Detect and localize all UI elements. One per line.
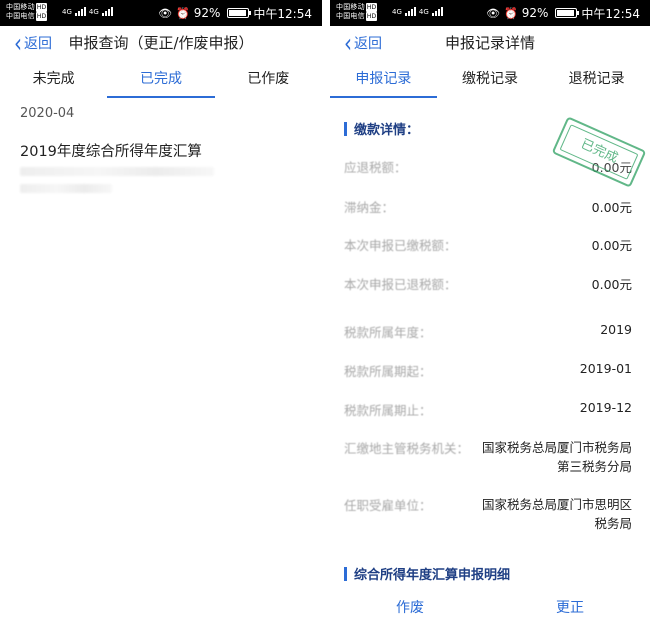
detail-row: 税款所属期止： 2019-12 bbox=[344, 400, 632, 419]
battery-icon bbox=[555, 8, 580, 18]
network-type: 4G bbox=[392, 8, 402, 16]
row-value: 2019 bbox=[600, 322, 632, 337]
detail-row: 汇缴地主管税务机关： 国家税务总局厦门市税务局第三税务分局 bbox=[344, 438, 632, 476]
back-label: 返回 bbox=[24, 36, 52, 52]
row-value: 国家税务总局厦门市税务局第三税务分局 bbox=[482, 440, 633, 474]
nav-bar: ‹ 返回 申报记录详情 bbox=[330, 26, 650, 60]
signal-icon bbox=[101, 6, 113, 16]
row-label: 税款所属年度： bbox=[344, 325, 432, 340]
battery-percent: 92% bbox=[521, 6, 549, 20]
battery-percent: 92% bbox=[193, 6, 221, 20]
signal-icon bbox=[404, 6, 416, 16]
row-value: 2019-01 bbox=[579, 361, 632, 376]
signal-area: 4G 4G bbox=[62, 6, 113, 16]
detail-row: 本次申报已缴税额： 0.00元 bbox=[344, 235, 632, 254]
tab-voided[interactable]: 已作废 bbox=[215, 62, 322, 98]
signal-icon bbox=[431, 6, 443, 16]
eye-icon: 👁 bbox=[486, 6, 501, 20]
status-bar: 中国移动 HD 中国电信 HD 4G 4G 👁 ⏰ 92% 中午12:54 bbox=[0, 0, 322, 26]
nav-bar: ‹ 返回 申报查询（更正/作废申报） bbox=[0, 26, 322, 60]
carrier-2: 中国电信 bbox=[6, 12, 35, 20]
hd-badge: HD bbox=[35, 12, 48, 21]
section-payment-details: 缴款详情： bbox=[344, 119, 419, 138]
eye-icon: 👁 bbox=[158, 6, 173, 20]
alarm-icon: ⏰ bbox=[504, 6, 518, 20]
status-bar: 中国移动 HD 中国电信 HD 4G 4G 👁 ⏰ 92% 中午12:54 bbox=[330, 0, 650, 26]
status-right: 👁 ⏰ 92% 中午12:54 bbox=[486, 0, 640, 26]
detail-row: 本次申报已退税额： 0.00元 bbox=[344, 274, 632, 293]
left-screen: 中国移动 HD 中国电信 HD 4G 4G 👁 ⏰ 92% 中午12:54 ‹ 返回… bbox=[0, 0, 322, 637]
network-type: 4G bbox=[418, 8, 429, 16]
void-button[interactable]: 作废 bbox=[330, 596, 490, 620]
tab-tax-payment-record[interactable]: 缴税记录 bbox=[437, 62, 544, 98]
network-type: 4G bbox=[62, 8, 72, 16]
back-button[interactable]: ‹ 返回 bbox=[14, 27, 52, 59]
action-bar: 作废 更正 bbox=[330, 596, 650, 620]
screen-divider bbox=[322, 0, 330, 637]
redacted-line bbox=[20, 167, 214, 176]
row-value: 0.00元 bbox=[591, 200, 632, 215]
carrier-1: 中国移动 bbox=[6, 3, 35, 11]
row-value: 0.00元 bbox=[591, 238, 632, 253]
section-marker bbox=[344, 566, 347, 581]
row-label: 应退税额： bbox=[344, 160, 407, 175]
row-label: 任职受雇单位： bbox=[344, 498, 432, 513]
carrier-info: 中国移动 HD 中国电信 HD bbox=[6, 3, 48, 21]
tab-filing-record[interactable]: 申报记录 bbox=[330, 62, 437, 98]
battery-icon bbox=[227, 8, 252, 18]
completed-stamp: 已完成 bbox=[551, 116, 647, 188]
row-value: 国家税务总局厦门市思明区税务局 bbox=[482, 497, 633, 531]
carrier-2: 中国电信 bbox=[336, 12, 365, 20]
row-label: 本次申报已退税额： bbox=[344, 277, 457, 292]
tab-incomplete[interactable]: 未完成 bbox=[0, 62, 107, 98]
hd-badge: HD bbox=[365, 12, 378, 21]
tab-bar: 未完成 已完成 已作废 bbox=[0, 62, 322, 98]
redacted-line bbox=[20, 184, 112, 193]
carrier-info: 中国移动 HD 中国电信 HD bbox=[336, 3, 378, 21]
section-annual-settlement-details: 综合所得年度汇算申报明细 bbox=[344, 564, 510, 583]
network-type: 4G bbox=[88, 8, 99, 16]
record-period: 2020-04 bbox=[20, 106, 75, 121]
section-marker bbox=[344, 121, 347, 136]
section-title: 缴款详情： bbox=[354, 123, 420, 138]
signal-icon bbox=[74, 6, 86, 16]
hd-badge: HD bbox=[35, 3, 48, 12]
row-label: 滞纳金： bbox=[344, 200, 395, 215]
correct-button[interactable]: 更正 bbox=[490, 596, 650, 620]
row-value: 2019-12 bbox=[579, 400, 632, 415]
chevron-left-icon: ‹ bbox=[344, 27, 352, 59]
signal-area: 4G 4G bbox=[392, 6, 443, 16]
row-value: 0.00元 bbox=[591, 277, 632, 292]
row-label: 汇缴地主管税务机关： bbox=[344, 441, 470, 456]
alarm-icon: ⏰ bbox=[176, 6, 190, 20]
tab-completed[interactable]: 已完成 bbox=[107, 62, 215, 98]
chevron-left-icon: ‹ bbox=[14, 27, 22, 59]
row-label: 本次申报已缴税额： bbox=[344, 238, 457, 253]
detail-row: 任职受雇单位： 国家税务总局厦门市思明区税务局 bbox=[344, 495, 632, 533]
back-label: 返回 bbox=[354, 36, 382, 52]
carrier-1: 中国移动 bbox=[336, 3, 365, 11]
detail-row: 滞纳金： 0.00元 bbox=[344, 197, 632, 216]
detail-row: 税款所属年度： 2019 bbox=[344, 322, 632, 341]
right-screen: 中国移动 HD 中国电信 HD 4G 4G 👁 ⏰ 92% 中午12:54 ‹ 返回… bbox=[330, 0, 650, 637]
clock: 中午12:54 bbox=[253, 6, 312, 21]
row-label: 税款所属期起： bbox=[344, 364, 432, 379]
back-button[interactable]: ‹ 返回 bbox=[344, 27, 382, 59]
status-right: 👁 ⏰ 92% 中午12:54 bbox=[158, 0, 312, 26]
record-title[interactable]: 2019年度综合所得年度汇算 bbox=[20, 140, 202, 161]
detail-row: 税款所属期起： 2019-01 bbox=[344, 361, 632, 380]
section-title: 综合所得年度汇算申报明细 bbox=[354, 568, 511, 583]
row-label: 税款所属期止： bbox=[344, 403, 432, 418]
tab-bar: 申报记录 缴税记录 退税记录 bbox=[330, 62, 650, 98]
tab-refund-record[interactable]: 退税记录 bbox=[543, 62, 650, 98]
clock: 中午12:54 bbox=[581, 6, 640, 21]
hd-badge: HD bbox=[365, 3, 378, 12]
